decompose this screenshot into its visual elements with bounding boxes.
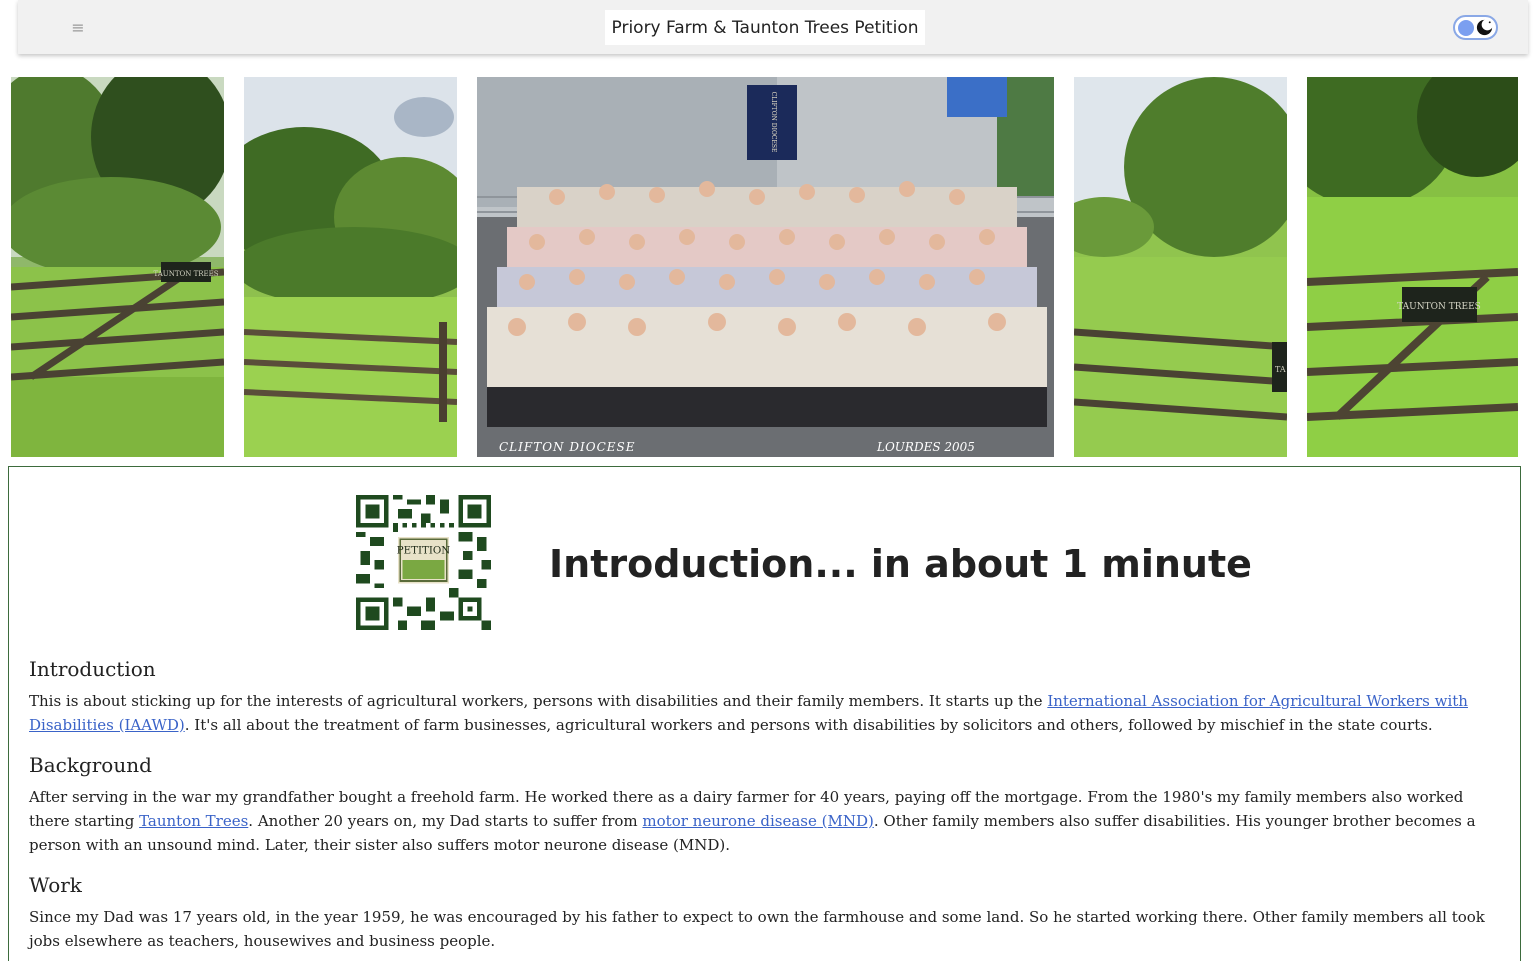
section-text: After serving in the war my grandfather … [29, 785, 1499, 857]
top-bar: ≡ Priory Farm & Taunton Trees Petition [18, 0, 1528, 54]
qr-label: PETITION [397, 545, 450, 557]
main-content: PETITION Introduction... in about 1 minu… [8, 466, 1521, 961]
mnd-link[interactable]: motor neurone disease (MND) [642, 812, 873, 830]
page-heading: Introduction... in about 1 minute [549, 542, 1252, 586]
theme-toggle[interactable] [1453, 15, 1498, 40]
text-fragment: . It's all about the treatment of farm b… [184, 716, 1433, 734]
moon-icon [1476, 18, 1494, 36]
photo-caption-right: LOURDES 2005 [876, 440, 975, 454]
banner-text: CLIFTON DIOCESE [770, 92, 777, 153]
gallery-photo-gate-2[interactable]: TA [1074, 77, 1287, 457]
hamburger-icon[interactable]: ≡ [68, 17, 88, 37]
section-text: This is about sticking up for the intere… [29, 689, 1499, 737]
gate-sign-text: TAUNTON TREES [153, 270, 218, 278]
taunton-trees-link[interactable]: Taunton Trees [139, 812, 248, 830]
photo-caption-left: CLIFTON DIOCESE [499, 440, 636, 454]
gallery-photo-group-lourdes[interactable]: CLIFTON DIOCESE CLIFTON DIOCESE LOURDES … [477, 77, 1054, 457]
gallery-photo-gate-3[interactable]: TAUNTON TREES [1307, 77, 1518, 457]
section-title: Background [29, 753, 152, 777]
qr-code[interactable]: PETITION [356, 495, 491, 630]
toggle-knob [1458, 20, 1474, 36]
qr-code-graphic: PETITION [356, 495, 491, 630]
gallery-photo-gate-1[interactable]: TAUNTON TREES [11, 77, 224, 457]
section-background: Background After serving in the war my g… [29, 753, 1499, 857]
gate-sign-text: TA [1275, 365, 1286, 374]
text-fragment: . Another 20 years on, my Dad starts to … [248, 812, 643, 830]
text-fragment: This is about sticking up for the intere… [29, 692, 1048, 710]
section-text: Since my Dad was 17 years old, in the ye… [29, 908, 1485, 950]
section-introduction: Introduction This is about sticking up f… [29, 657, 1499, 737]
photo-gallery: TAUNTON TREES CLIFTON DIOCESE CLIFTON DI… [0, 77, 1536, 457]
section-title: Work [29, 873, 82, 897]
gallery-photo-trees[interactable] [244, 77, 457, 457]
site-title[interactable]: Priory Farm & Taunton Trees Petition [605, 10, 925, 45]
section-work: Work Since my Dad was 17 years old, in t… [29, 873, 1499, 953]
section-title: Introduction [29, 657, 156, 681]
gate-sign-text: TAUNTON TREES [1397, 302, 1481, 312]
